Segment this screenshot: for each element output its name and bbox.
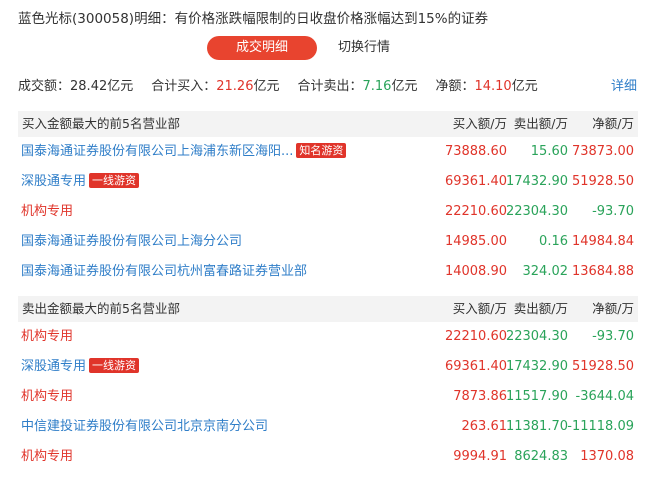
- detail-link[interactable]: 详细: [611, 75, 637, 94]
- broker-name-text: 国泰海通证券股份有限公司杭州富春路证券营业部: [21, 264, 308, 279]
- broker-name[interactable]: 国泰海通证券股份有限公司上海浦东新区海阳... 知名游资: [21, 137, 347, 167]
- sell-amount: 22304.30: [505, 329, 568, 344]
- net-amount: 13684.88: [571, 264, 634, 279]
- net-label: 净额：: [435, 79, 475, 94]
- table-row[interactable]: 国泰海通证券股份有限公司上海浦东新区海阳... 知名游资 73888.60 15.60…: [18, 137, 638, 167]
- buy-section-header: 买入金额最大的前5名营业部 买入额/万 卖出额/万 净额/万: [18, 111, 638, 137]
- net-amount: 73873.00: [571, 144, 634, 159]
- buy-amount: 69361.40: [444, 359, 507, 374]
- tab-trade-details[interactable]: 成交明细: [207, 36, 317, 60]
- page-title: 蓝色光标(300058)明细：有价格涨跌幅限制的日收盘价格涨幅达到15%的证券: [18, 11, 489, 27]
- net-amount: -93.70: [592, 204, 634, 219]
- net-amount: 51928.50: [571, 359, 634, 374]
- column-header-sell: 卖出额/万: [513, 116, 568, 131]
- broker-name-text: 机构专用: [21, 389, 74, 404]
- broker-name-text: 国泰海通证券股份有限公司上海分公司: [21, 234, 243, 249]
- buy-amount: 14008.90: [444, 264, 507, 279]
- table-row[interactable]: 国泰海通证券股份有限公司杭州富春路证券营业部 14008.90 324.02 1368…: [18, 257, 638, 287]
- total-sell-label: 合计卖出：: [297, 79, 363, 94]
- trader-badge: 知名游资: [296, 143, 347, 158]
- buy-amount: 69361.40: [444, 174, 507, 189]
- summary-bar: 成交额：28.42亿元 合计买入：21.26亿元 合计卖出：7.16亿元 净额：14.…: [18, 75, 538, 94]
- total-sell-value: 7.16: [362, 79, 392, 94]
- net-amount: -11118.09: [567, 419, 634, 434]
- broker-name-text: 中信建投证券股份有限公司北京京南分公司: [21, 419, 269, 434]
- column-header-buy: 买入额/万: [452, 301, 507, 316]
- net-value: 14.10: [474, 79, 512, 94]
- sell-section-header: 卖出金额最大的前5名营业部 买入额/万 卖出额/万 净额/万: [18, 296, 638, 322]
- sell-amount: 324.02: [522, 264, 569, 279]
- broker-name[interactable]: 国泰海通证券股份有限公司上海分公司: [21, 227, 242, 257]
- column-header-net: 净额/万: [592, 116, 634, 131]
- broker-name-text: 机构专用: [21, 204, 74, 219]
- turnover-value: 28.42亿元: [70, 79, 134, 94]
- table-row[interactable]: 国泰海通证券股份有限公司上海分公司 14985.00 0.16 14984.84: [18, 227, 638, 257]
- net-amount: 51928.50: [571, 174, 634, 189]
- table-row[interactable]: 机构专用 7873.86 11517.90 -3644.04: [18, 382, 638, 412]
- broker-name-text: 国泰海通证券股份有限公司上海浦东新区海阳...: [21, 144, 294, 159]
- broker-name[interactable]: 机构专用: [21, 382, 73, 412]
- sell-amount: 15.60: [530, 144, 568, 159]
- sell-amount: 17432.90: [505, 174, 568, 189]
- buy-amount: 22210.60: [444, 329, 507, 344]
- table-row[interactable]: 机构专用 22210.60 22304.30 -93.70: [18, 197, 638, 227]
- sell-amount: 22304.30: [505, 204, 568, 219]
- buy-amount: 14985.00: [444, 234, 507, 249]
- trader-badge: 一线游资: [89, 358, 140, 373]
- total-sell-unit: 亿元: [391, 79, 418, 94]
- broker-name[interactable]: 中信建投证券股份有限公司北京京南分公司: [21, 412, 268, 442]
- broker-name[interactable]: 机构专用: [21, 197, 73, 227]
- broker-name[interactable]: 深股通专用 一线游资: [21, 352, 140, 382]
- buy-amount: 7873.86: [453, 389, 507, 404]
- net-amount: -93.70: [592, 329, 634, 344]
- trader-badge: 一线游资: [89, 173, 140, 188]
- table-row[interactable]: 深股通专用 一线游资 69361.40 17432.90 51928.50: [18, 167, 638, 197]
- turnover-label: 成交额：: [18, 79, 71, 94]
- sell-amount: 8624.83: [514, 449, 568, 464]
- sell-rows: 机构专用 22210.60 22304.30 -93.70 深股通专用 一线游资 69361…: [18, 322, 638, 472]
- broker-name-text: 机构专用: [21, 329, 74, 344]
- table-row[interactable]: 机构专用 9994.91 8624.83 1370.08: [18, 442, 638, 472]
- buy-section: 买入金额最大的前5名营业部 买入额/万 卖出额/万 净额/万 国泰海通证券股份有…: [18, 111, 638, 287]
- buy-amount: 22210.60: [444, 204, 507, 219]
- column-header-net: 净额/万: [592, 301, 634, 316]
- table-row[interactable]: 机构专用 22210.60 22304.30 -93.70: [18, 322, 638, 352]
- buy-amount: 263.61: [461, 419, 508, 434]
- total-buy-label: 合计买入：: [151, 79, 217, 94]
- tab-switch-quote[interactable]: 切换行情: [338, 36, 390, 60]
- buy-amount: 73888.60: [444, 144, 507, 159]
- broker-name-text: 深股通专用: [21, 359, 87, 374]
- buy-section-title: 买入金额最大的前5名营业部: [22, 116, 180, 131]
- table-row[interactable]: 深股通专用 一线游资 69361.40 17432.90 51928.50: [18, 352, 638, 382]
- tab-bar: 成交明细 切换行情: [0, 36, 656, 62]
- column-header-buy: 买入额/万: [452, 116, 507, 131]
- table-row[interactable]: 中信建投证券股份有限公司北京京南分公司 263.61 11381.70 -11118.…: [18, 412, 638, 442]
- sell-amount: 11381.70: [505, 419, 568, 434]
- broker-name-text: 深股通专用: [21, 174, 87, 189]
- net-unit: 亿元: [511, 79, 538, 94]
- broker-name[interactable]: 机构专用: [21, 442, 73, 472]
- broker-name-text: 机构专用: [21, 449, 74, 464]
- sell-section: 卖出金额最大的前5名营业部 买入额/万 卖出额/万 净额/万 机构专用 22210…: [18, 296, 638, 472]
- broker-name[interactable]: 深股通专用 一线游资: [21, 167, 140, 197]
- sell-section-title: 卖出金额最大的前5名营业部: [22, 301, 180, 316]
- sell-amount: 0.16: [539, 234, 568, 249]
- sell-amount: 11517.90: [505, 389, 568, 404]
- net-amount: -3644.04: [575, 389, 634, 404]
- total-buy-value: 21.26: [216, 79, 254, 94]
- buy-amount: 9994.91: [453, 449, 507, 464]
- net-amount: 1370.08: [580, 449, 634, 464]
- buy-rows: 国泰海通证券股份有限公司上海浦东新区海阳... 知名游资 73888.60 15.60…: [18, 137, 638, 287]
- sell-amount: 17432.90: [505, 359, 568, 374]
- column-header-sell: 卖出额/万: [513, 301, 568, 316]
- net-amount: 14984.84: [571, 234, 634, 249]
- broker-name[interactable]: 机构专用: [21, 322, 73, 352]
- broker-name[interactable]: 国泰海通证券股份有限公司杭州富春路证券营业部: [21, 257, 307, 287]
- total-buy-unit: 亿元: [253, 79, 280, 94]
